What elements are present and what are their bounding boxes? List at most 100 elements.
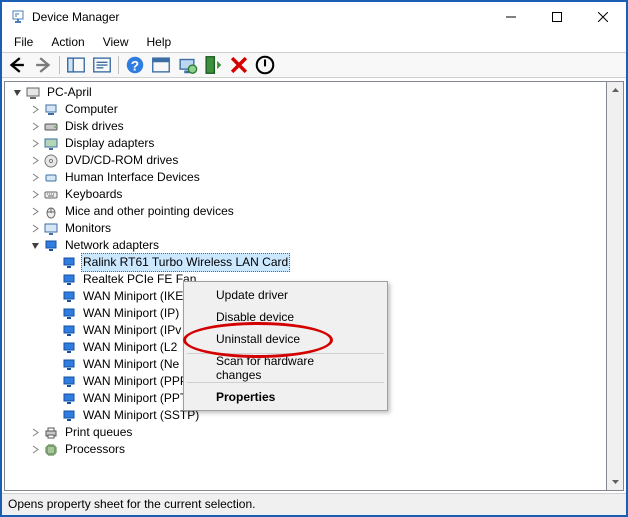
tree-label: Ralink RT61 Turbo Wireless LAN Card <box>81 253 290 272</box>
chevron-right-icon[interactable] <box>27 187 43 203</box>
context-scan-hardware[interactable]: Scan for hardware changes <box>186 357 385 379</box>
tree-node-monitors[interactable]: Monitors <box>7 220 606 237</box>
tree-label: Computer <box>63 101 120 118</box>
menu-bar: File Action View Help <box>2 32 626 52</box>
adapter-icon <box>61 357 77 373</box>
vertical-scrollbar[interactable] <box>607 81 624 491</box>
tree-node-display[interactable]: Display adapters <box>7 135 606 152</box>
adapter-icon <box>61 374 77 390</box>
chevron-right-icon[interactable] <box>27 425 43 441</box>
scroll-up-button[interactable] <box>607 82 623 99</box>
minimize-button[interactable] <box>488 2 534 32</box>
tree-root[interactable]: PC-April <box>7 84 606 101</box>
context-separator <box>187 382 384 383</box>
tree-label: Processors <box>63 441 127 458</box>
tree-label: WAN Miniport (IKE <box>81 288 185 305</box>
chevron-right-icon[interactable] <box>27 102 43 118</box>
enable-device-button[interactable] <box>201 54 225 76</box>
help-button[interactable]: ? <box>123 54 147 76</box>
tree-label: WAN Miniport (IP) <box>81 305 181 322</box>
chevron-right-icon[interactable] <box>27 170 43 186</box>
tree-label: Monitors <box>63 220 113 237</box>
tree-node-hid[interactable]: Human Interface Devices <box>7 169 606 186</box>
adapter-icon <box>61 391 77 407</box>
context-menu: Update driver Disable device Uninstall d… <box>183 281 388 411</box>
tree-label: Mice and other pointing devices <box>63 203 236 220</box>
scroll-down-button[interactable] <box>607 473 623 490</box>
tree-label: Realtek PCIe FE Fan <box>81 271 198 288</box>
chevron-right-icon[interactable] <box>27 204 43 220</box>
context-disable-device[interactable]: Disable device <box>186 306 385 328</box>
computer-category-icon <box>43 102 59 118</box>
scroll-track[interactable] <box>607 99 623 473</box>
chevron-right-icon[interactable] <box>27 221 43 237</box>
tree-label: DVD/CD-ROM drives <box>63 152 180 169</box>
tree-label: Network adapters <box>63 237 161 254</box>
adapter-icon <box>61 306 77 322</box>
back-button[interactable] <box>5 54 29 76</box>
dvd-icon <box>43 153 59 169</box>
processor-icon <box>43 442 59 458</box>
window-title: Device Manager <box>32 10 119 24</box>
show-hide-tree-button[interactable] <box>64 54 88 76</box>
tree-node-processors[interactable]: Processors <box>7 441 606 458</box>
hid-icon <box>43 170 59 186</box>
disk-icon <box>43 119 59 135</box>
menu-help[interactable]: Help <box>139 33 180 51</box>
chevron-right-icon[interactable] <box>27 442 43 458</box>
computer-icon <box>25 85 41 101</box>
properties-button[interactable] <box>90 54 114 76</box>
toolbar: ? <box>2 52 626 78</box>
adapter-icon <box>61 408 77 424</box>
update-driver-button[interactable] <box>175 54 199 76</box>
tree-node-disk[interactable]: Disk drives <box>7 118 606 135</box>
adapter-icon <box>61 255 77 271</box>
adapter-icon <box>61 340 77 356</box>
adapter-icon <box>61 323 77 339</box>
maximize-button[interactable] <box>534 2 580 32</box>
device-manager-window: Device Manager File Action View Help ? <box>0 0 628 517</box>
title-bar: Device Manager <box>2 2 626 32</box>
tree-node-network[interactable]: Network adapters <box>7 237 606 254</box>
context-uninstall-device[interactable]: Uninstall device <box>186 328 385 350</box>
tree-item-adapter-selected[interactable]: Ralink RT61 Turbo Wireless LAN Card <box>7 254 606 271</box>
forward-button[interactable] <box>31 54 55 76</box>
tree-label: WAN Miniport (IPv <box>81 322 183 339</box>
chevron-right-icon[interactable] <box>27 136 43 152</box>
app-icon <box>10 9 26 25</box>
mouse-icon <box>43 204 59 220</box>
close-button[interactable] <box>580 2 626 32</box>
menu-view[interactable]: View <box>95 33 137 51</box>
network-icon <box>43 238 59 254</box>
status-bar: Opens property sheet for the current sel… <box>2 493 626 515</box>
display-icon <box>43 136 59 152</box>
menu-action[interactable]: Action <box>43 33 92 51</box>
menu-file[interactable]: File <box>6 33 41 51</box>
adapter-icon <box>61 289 77 305</box>
tree-node-computer[interactable]: Computer <box>7 101 606 118</box>
uninstall-device-button[interactable] <box>227 54 251 76</box>
tree-label: Keyboards <box>63 186 124 203</box>
tree-label: Disk drives <box>63 118 126 135</box>
monitor-icon <box>43 221 59 237</box>
svg-text:?: ? <box>131 59 139 74</box>
scan-hardware-button[interactable] <box>149 54 173 76</box>
chevron-down-icon[interactable] <box>27 238 43 254</box>
tree-node-mice[interactable]: Mice and other pointing devices <box>7 203 606 220</box>
tree-label: PC-April <box>45 84 94 101</box>
disable-device-button[interactable] <box>253 54 277 76</box>
adapter-icon <box>61 272 77 288</box>
keyboard-icon <box>43 187 59 203</box>
chevron-right-icon[interactable] <box>27 119 43 135</box>
chevron-down-icon[interactable] <box>9 85 25 101</box>
tree-node-print[interactable]: Print queues <box>7 424 606 441</box>
context-update-driver[interactable]: Update driver <box>186 284 385 306</box>
chevron-right-icon[interactable] <box>27 153 43 169</box>
tree-node-keyboards[interactable]: Keyboards <box>7 186 606 203</box>
tree-label: Human Interface Devices <box>63 169 202 186</box>
status-text: Opens property sheet for the current sel… <box>8 497 255 511</box>
context-properties[interactable]: Properties <box>186 386 385 408</box>
tree-node-dvd[interactable]: DVD/CD-ROM drives <box>7 152 606 169</box>
tree-label: Print queues <box>63 424 134 441</box>
tree-label: Display adapters <box>63 135 156 152</box>
